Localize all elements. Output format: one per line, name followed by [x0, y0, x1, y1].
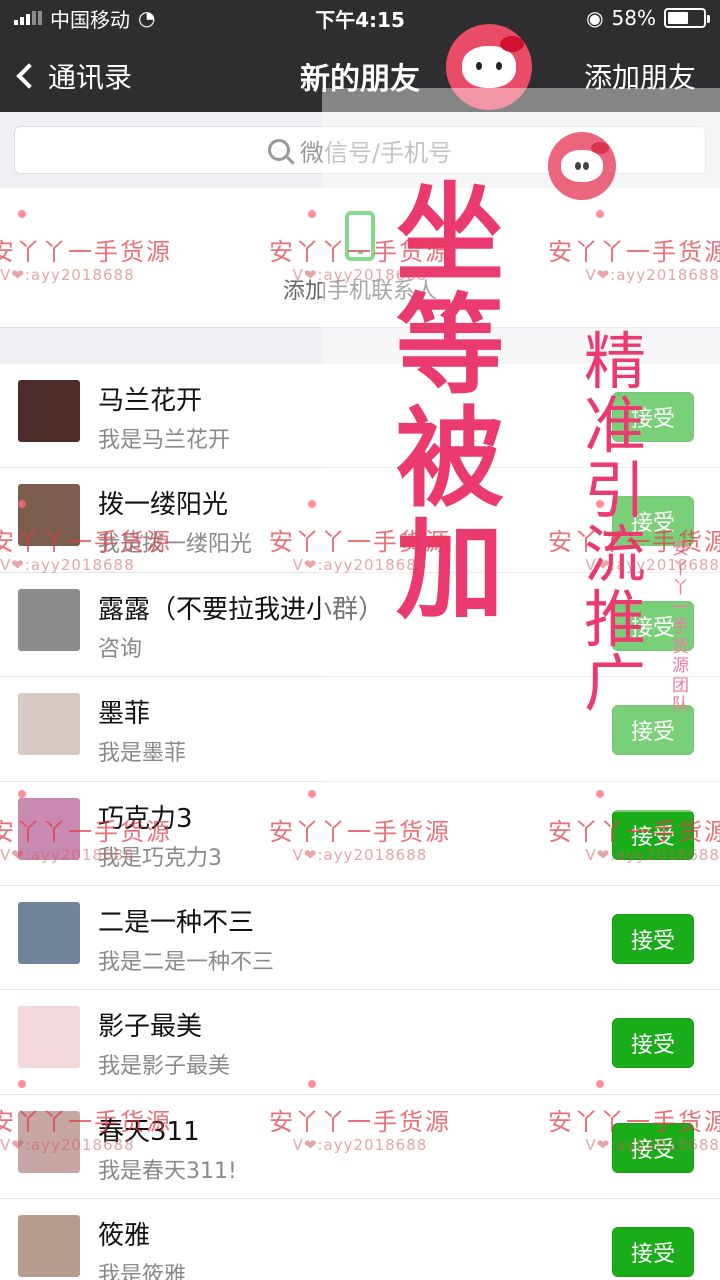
- avatar: [18, 901, 80, 964]
- request-name: 春天311: [98, 1116, 200, 1147]
- request-name: 二是一种不三: [98, 907, 255, 938]
- watermark-flower-icon: [308, 1080, 316, 1088]
- watermark-flower-icon: [308, 790, 316, 798]
- request-message: 我是筱雅: [98, 1263, 187, 1280]
- request-name: 马兰花开: [98, 386, 203, 416]
- rotation-lock-icon: ◉: [586, 6, 604, 30]
- request-name: 墨菲: [98, 699, 151, 730]
- request-message: 咨询: [98, 636, 143, 662]
- kitty-bow-icon: [500, 36, 524, 52]
- request-message: 我是马兰花开: [98, 428, 231, 453]
- accept-button[interactable]: 接受: [612, 913, 694, 964]
- avatar: [18, 1110, 80, 1173]
- avatar: [18, 693, 80, 756]
- search-icon: [267, 139, 290, 161]
- friend-request-row: 春天311 我是春天311! 接受: [0, 1095, 720, 1200]
- friend-request-row: 二是一种不三 我是二是一种不三 接受: [0, 886, 720, 991]
- watermark-flower-icon: [18, 500, 26, 508]
- status-left: 中国移动 ◔: [14, 4, 155, 33]
- watermark-flower-icon: [596, 500, 604, 508]
- watermark-flower-icon: [18, 210, 26, 218]
- battery-icon: [664, 8, 710, 28]
- request-name: 筱雅: [98, 1221, 151, 1252]
- avatar: [18, 1215, 80, 1278]
- accept-button[interactable]: 接受: [612, 809, 694, 860]
- request-name: 巧克力3: [98, 803, 193, 834]
- watermark-flower-icon: [596, 210, 604, 218]
- overlay-kitty-icon: [548, 132, 616, 200]
- signal-icon: [14, 11, 42, 25]
- request-message: 我是影子最美: [98, 1054, 231, 1080]
- status-right: ◉ 58%: [586, 6, 710, 30]
- request-message: 我是春天311!: [98, 1158, 237, 1184]
- watermark-flower-icon: [308, 210, 316, 218]
- handwritten-side-text: 精准引流推广: [584, 325, 647, 721]
- watermark-flower-icon: [308, 500, 316, 508]
- vertical-watermark-text: 安丫丫一手货源团队: [672, 539, 689, 716]
- request-message: 我是拨一缕阳光: [98, 532, 253, 558]
- request-message: 我是巧克力3: [98, 845, 222, 871]
- handwritten-main-text: 坐等被加: [396, 171, 505, 634]
- avatar: [18, 484, 80, 547]
- accept-button[interactable]: 接受: [612, 1018, 694, 1069]
- status-bar: 中国移动 ◔ 下午4:15 ◉ 58%: [0, 0, 720, 36]
- watermark-flower-icon: [18, 1080, 26, 1088]
- wifi-icon: ◔: [138, 6, 156, 30]
- avatar: [18, 797, 80, 860]
- watermark-flower-icon: [18, 790, 26, 798]
- kitty-face-icon: [462, 36, 524, 88]
- carrier-label: 中国移动: [50, 7, 130, 32]
- accept-button[interactable]: 接受: [612, 1227, 694, 1278]
- avatar: [18, 588, 80, 651]
- request-name: 影子最美: [98, 1012, 203, 1043]
- friend-request-row: 影子最美 我是影子最美 接受: [0, 990, 720, 1095]
- request-message: 我是墨菲: [98, 741, 187, 767]
- request-message: 我是二是一种不三: [98, 949, 275, 975]
- accept-button[interactable]: 接受: [612, 1122, 694, 1173]
- avatar: [18, 380, 80, 442]
- battery-percent: 58%: [611, 6, 656, 30]
- watermark-flower-icon: [596, 1080, 604, 1088]
- kitty-bow-icon: [591, 142, 609, 154]
- avatar: [18, 1006, 80, 1069]
- kitty-face-icon: [561, 142, 609, 182]
- friend-request-row: 筱雅 我是筱雅 接受: [0, 1199, 720, 1280]
- request-name: 拨一缕阳光: [98, 490, 229, 521]
- watermark-flower-icon: [596, 790, 604, 798]
